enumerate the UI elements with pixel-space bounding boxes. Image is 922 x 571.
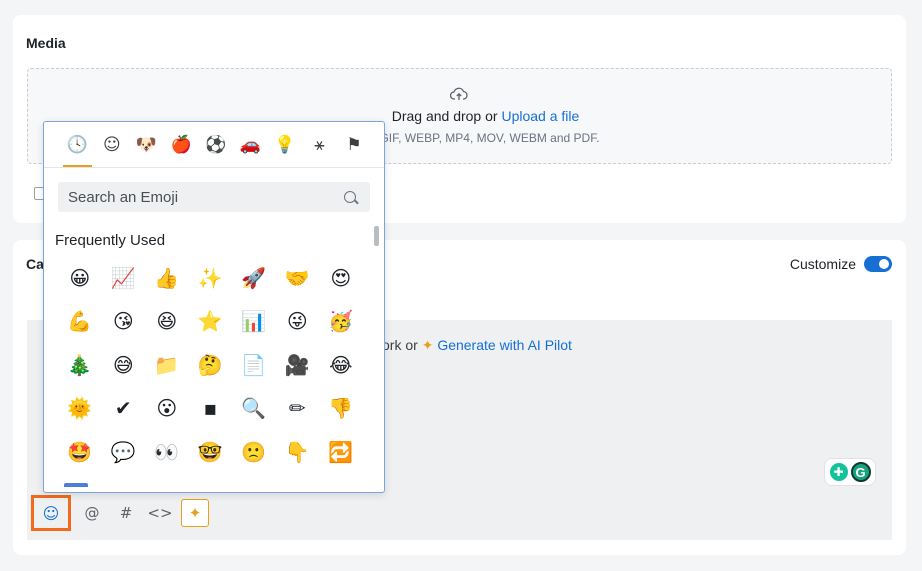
code-button[interactable]: <> bbox=[147, 500, 173, 526]
emoji-item[interactable]: 👎 bbox=[319, 387, 363, 431]
emoji-item[interactable]: 📄 bbox=[232, 343, 276, 387]
emoji-item[interactable]: 🎄 bbox=[58, 343, 102, 387]
emoji-category-bar: 🕓 ☺ 🐶 🍎 ⚽ 🚗 💡 ⚹ ⚑ bbox=[44, 122, 384, 168]
travel-icon[interactable]: 🚗 bbox=[233, 122, 268, 168]
grammarly-suggestion-icon[interactable]: ✚ bbox=[829, 463, 848, 481]
mention-button[interactable]: @ bbox=[79, 500, 105, 526]
emoji-item[interactable]: 🙁 bbox=[232, 430, 276, 474]
emoji-item[interactable]: 😅 bbox=[102, 343, 146, 387]
flags-icon[interactable]: ⚑ bbox=[337, 122, 372, 168]
customize-row: Customize bbox=[790, 256, 892, 272]
emoji-item[interactable]: ▪ bbox=[189, 387, 233, 431]
emoji-item[interactable]: 🎥 bbox=[276, 343, 320, 387]
emoji-item[interactable]: 🔍 bbox=[232, 387, 276, 431]
emoji-item[interactable]: 🔁 bbox=[319, 430, 363, 474]
emoji-item[interactable]: 🤝 bbox=[276, 256, 320, 300]
emoji-item[interactable]: 😘 bbox=[102, 300, 146, 344]
frequently-used-heading: Frequently Used bbox=[55, 232, 166, 249]
emoji-item[interactable]: 📁 bbox=[145, 343, 189, 387]
media-title: Media bbox=[26, 35, 66, 51]
emoji-item[interactable]: 😂 bbox=[319, 343, 363, 387]
emoji-item[interactable]: 😆 bbox=[145, 300, 189, 344]
emoji-item[interactable]: 😮 bbox=[145, 387, 189, 431]
emoji-item[interactable]: ✏ bbox=[276, 387, 320, 431]
emoji-item[interactable]: ✨ bbox=[189, 256, 233, 300]
emoji-item[interactable]: 😜 bbox=[276, 300, 320, 344]
customize-label: Customize bbox=[789, 256, 856, 272]
emoji-item[interactable]: 🚀 bbox=[232, 256, 276, 300]
picker-scrollbar[interactable] bbox=[374, 226, 379, 246]
ai-pilot-button[interactable]: ✦ bbox=[181, 499, 209, 527]
cloud-upload-icon bbox=[450, 87, 468, 100]
emoji-item[interactable]: 📊 bbox=[232, 300, 276, 344]
emoji-item[interactable]: 🌞 bbox=[58, 387, 102, 431]
smileys-icon[interactable]: ☺ bbox=[95, 122, 130, 168]
emoji-grid: 😀 📈 👍 ✨ 🚀 🤝 😍 💪 😘 😆 ⭐ 📊 😜 🥳 🎄 😅 📁 🤔 📄 🎥 😂 🌞 ✔ 😮 ▪ 🔍 ✏ 👎 🤩 💬 👀 🤓 🙁 👇 🔁 bbox=[58, 256, 366, 474]
emoji-item[interactable]: 🤔 bbox=[189, 343, 233, 387]
objects-icon[interactable]: 💡 bbox=[268, 122, 303, 168]
sparkle-icon: ✦ bbox=[421, 337, 434, 353]
caption-title: Ca bbox=[26, 256, 44, 272]
customize-toggle[interactable] bbox=[864, 256, 892, 272]
emoji-item[interactable]: 🤓 bbox=[189, 430, 233, 474]
upload-file-link[interactable]: Upload a file bbox=[501, 108, 579, 124]
search-icon bbox=[344, 191, 356, 203]
hashtag-button[interactable]: # bbox=[113, 500, 139, 526]
emoji-item[interactable]: 🤩 bbox=[58, 430, 102, 474]
editor-toolbar: ☺ @ # <> ✦ bbox=[31, 495, 209, 531]
emoji-item[interactable]: ⭐ bbox=[189, 300, 233, 344]
emoji-item[interactable]: 🥳 bbox=[319, 300, 363, 344]
emoji-button[interactable]: ☺ bbox=[31, 495, 71, 531]
next-row-peek bbox=[64, 483, 88, 487]
emoji-item[interactable]: 👇 bbox=[276, 430, 320, 474]
grammarly-widget[interactable]: ✚ G bbox=[824, 458, 876, 486]
dropzone-text: Drag and drop or bbox=[391, 108, 498, 124]
emoji-item[interactable]: 👀 bbox=[145, 430, 189, 474]
activities-icon[interactable]: ⚽ bbox=[198, 122, 233, 168]
food-icon[interactable]: 🍎 bbox=[164, 122, 199, 168]
symbols-icon[interactable]: ⚹ bbox=[302, 122, 337, 168]
animals-icon[interactable]: 🐶 bbox=[129, 122, 164, 168]
recent-icon[interactable]: 🕓 bbox=[60, 122, 95, 168]
emoji-item[interactable]: 😍 bbox=[319, 256, 363, 300]
editor-prompt: twork or ✦ Generate with AI Pilot bbox=[368, 337, 572, 354]
emoji-item[interactable]: 📈 bbox=[102, 256, 146, 300]
emoji-item[interactable]: 👍 bbox=[145, 256, 189, 300]
emoji-item[interactable]: 😀 bbox=[58, 256, 102, 300]
emoji-picker: 🕓 ☺ 🐶 🍎 ⚽ 🚗 💡 ⚹ ⚑ Frequently Used 😀📈👍✨🚀🤝… bbox=[43, 121, 385, 493]
emoji-search-input[interactable] bbox=[58, 182, 370, 212]
grammarly-logo[interactable]: G bbox=[850, 462, 871, 482]
generate-ai-link[interactable]: Generate with AI Pilot bbox=[437, 337, 572, 353]
emoji-item[interactable]: ✔ bbox=[102, 387, 146, 431]
emoji-item[interactable]: 💪 bbox=[58, 300, 102, 344]
emoji-item[interactable]: 💬 bbox=[102, 430, 146, 474]
